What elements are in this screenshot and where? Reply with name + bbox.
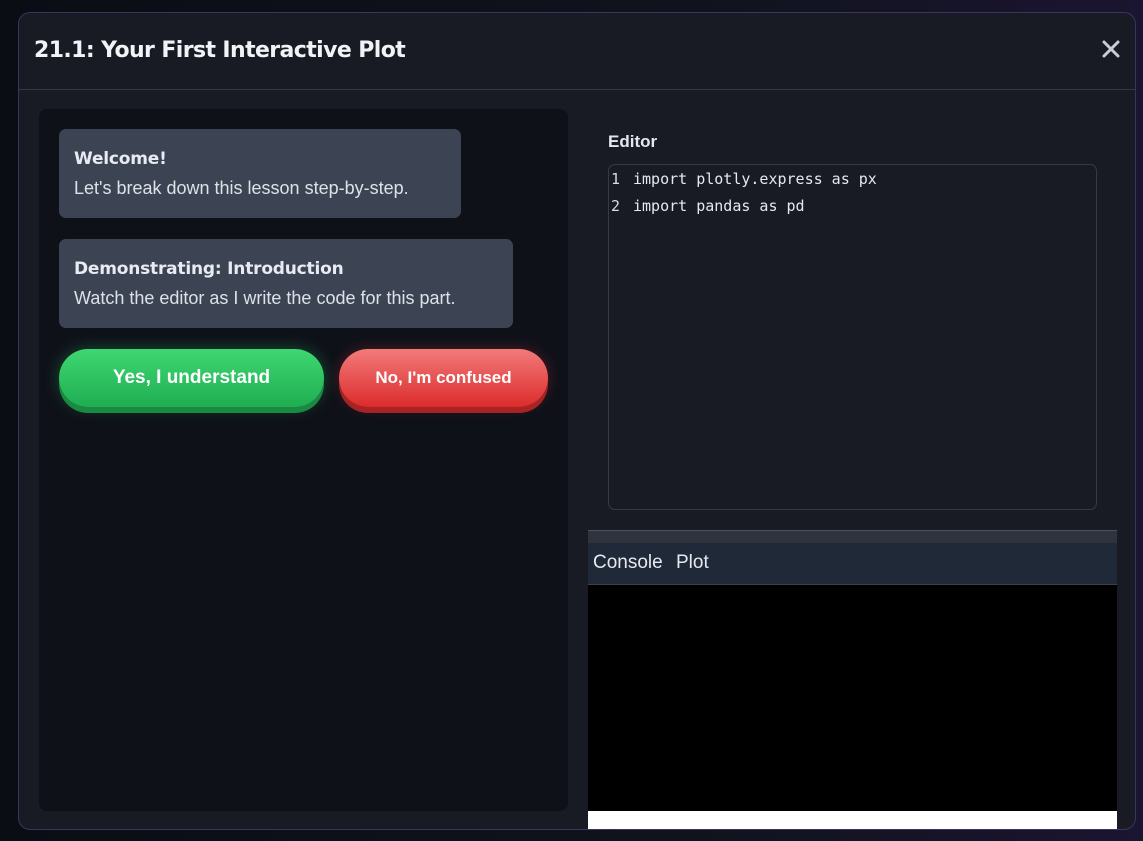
chat-panel: Welcome! Let's break down this lesson st… [39,109,568,811]
tab-plot[interactable]: Plot [676,552,709,574]
chat-message: Demonstrating: Introduction Watch the ed… [59,239,513,328]
chat-message-text: Watch the editor as I write the code for… [74,288,456,308]
no-confused-button[interactable]: No, I'm confused [339,349,548,407]
modal-header: 21.1: Your First Interactive Plot [19,13,1135,90]
chat-message-text: Let's break down this lesson step-by-ste… [74,178,409,198]
code-line: 2 import pandas as pd [611,193,805,219]
yes-understand-button[interactable]: Yes, I understand [59,349,324,407]
modal-title: 21.1: Your First Interactive Plot [34,38,406,63]
tab-console[interactable]: Console [593,552,663,574]
code-line: 1 import plotly.express as px [611,166,877,192]
close-button[interactable] [1097,35,1125,63]
output-tab-bar: Console Plot [588,543,1117,585]
console-output[interactable] [588,585,1117,811]
output-panel: Console Plot [588,530,1117,829]
line-number: 2 [611,197,621,215]
editor-label: Editor [608,132,658,151]
resize-handle[interactable] [588,530,1117,543]
code-text: import plotly.express as px [633,170,877,188]
chat-message-title: Welcome! [74,149,167,169]
chat-message-title: Demonstrating: Introduction [74,259,344,279]
chat-message: Welcome! Let's break down this lesson st… [59,129,461,218]
close-icon [1097,35,1125,63]
line-number: 1 [611,170,621,188]
code-editor[interactable]: 1 import plotly.express as px 2 import pan… [608,164,1097,510]
code-text: import pandas as pd [633,197,805,215]
lesson-modal: 21.1: Your First Interactive Plot Welcom… [18,12,1136,830]
